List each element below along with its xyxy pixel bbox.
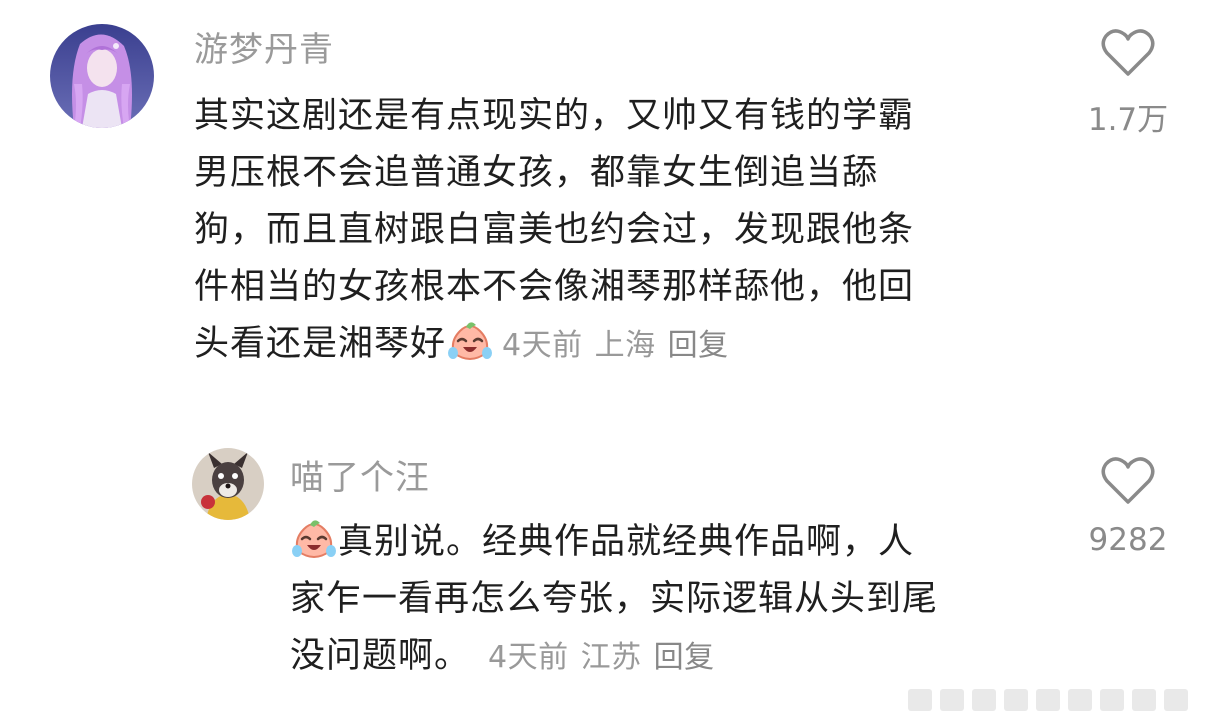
- like-count: 1.7万: [1087, 102, 1169, 138]
- comment-section: 游梦丹青 其实这剧还是有点现实的，又帅又有钱的学霸 男压根不会追普通女孩，都靠女…: [0, 0, 1206, 721]
- comment-meta: 4天前 江苏 回复: [488, 640, 727, 675]
- comment-line: 家乍一看再怎么夸张，实际逻辑从头到尾: [290, 579, 939, 619]
- reply-button[interactable]: 回复: [654, 640, 715, 675]
- like-count: 9282: [1088, 522, 1168, 558]
- comment-line: 男压根不会追普通女孩，都靠女生倒追当舔: [194, 153, 879, 193]
- like-button[interactable]: 1.7万: [1073, 28, 1183, 139]
- comment-line-last: 头看还是湘琴好 4天前 上海 回复: [194, 316, 914, 373]
- comment-text: 真别说。经典作品就经典作品啊，人 家乍一看再怎么夸张，实际逻辑从头到尾 没问题啊…: [290, 514, 938, 685]
- username[interactable]: 喵了个汪: [290, 458, 430, 498]
- avatar[interactable]: [192, 448, 264, 520]
- comment-location: 江苏: [580, 640, 642, 675]
- comment-line-first: 真别说。经典作品就经典作品啊，人: [290, 514, 938, 571]
- reply-button[interactable]: 回复: [668, 328, 729, 363]
- watermark-logo: [908, 689, 1188, 711]
- crying-laughing-emoji: [290, 515, 338, 563]
- avatar-dog-mascot: [192, 448, 264, 520]
- comment-line: 狗，而且直树跟白富美也约会过，发现跟他条: [194, 210, 915, 250]
- comment-line: 其实这剧还是有点现实的，又帅又有钱的学霸: [194, 96, 915, 136]
- username[interactable]: 游梦丹青: [194, 30, 334, 70]
- comment-line: 真别说。经典作品就经典作品啊，人: [338, 522, 915, 562]
- heart-icon: [1101, 29, 1155, 76]
- crying-laughing-emoji: [446, 317, 494, 365]
- comment-time: 4天前: [502, 328, 583, 363]
- comment-location: 上海: [594, 328, 656, 363]
- avatar[interactable]: [50, 24, 154, 128]
- comment-line: 头看还是湘琴好: [194, 324, 447, 364]
- avatar-purple-hair-girl: [50, 24, 154, 128]
- comment-time: 4天前: [488, 640, 569, 675]
- comment-line: 没问题啊。: [290, 636, 471, 676]
- comment-meta: 4天前 上海 回复: [502, 328, 741, 363]
- heart-icon: [1101, 457, 1155, 504]
- like-button[interactable]: 9282: [1073, 456, 1183, 558]
- comment-line: 件相当的女孩根本不会像湘琴那样舔他，他回: [194, 267, 915, 307]
- comment-text: 其实这剧还是有点现实的，又帅又有钱的学霸 男压根不会追普通女孩，都靠女生倒追当舔…: [194, 88, 914, 373]
- comment-line-last: 没问题啊。 4天前 江苏 回复: [290, 628, 938, 685]
